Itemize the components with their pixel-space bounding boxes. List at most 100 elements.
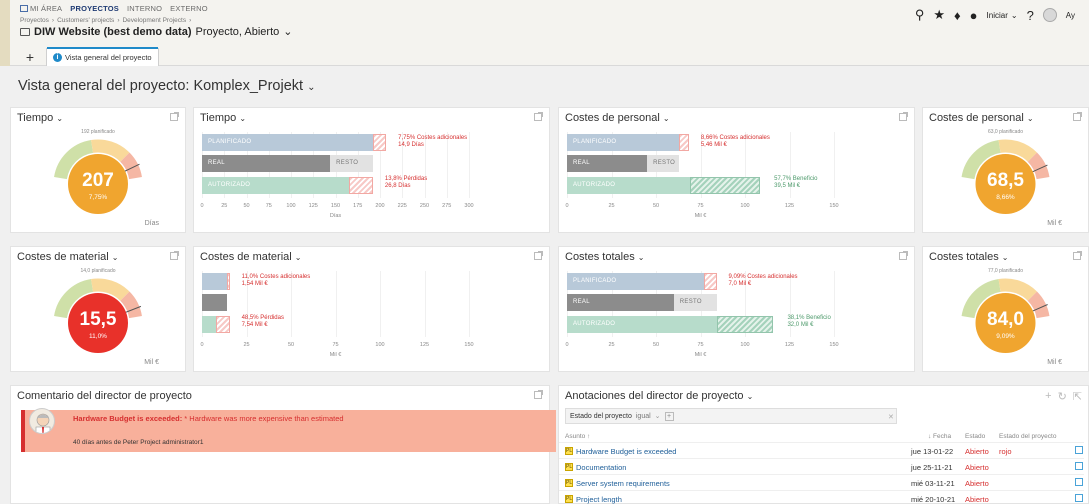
x-tick-label: 25 xyxy=(243,342,250,348)
comment-widget-title: Comentario del director de proyecto xyxy=(17,390,192,402)
bar-extra-cost xyxy=(372,134,387,151)
note-extra-cost: 7,75% Costes adicionales 14,9 Días xyxy=(398,135,467,149)
refresh-icon[interactable]: ↻ xyxy=(1058,390,1067,403)
add-icon[interactable]: + xyxy=(1045,390,1051,403)
top-nav: MI ÁREA PROYECTOS INTERNO EXTERNO xyxy=(20,4,208,13)
page-title[interactable]: Vista general del proyecto: Komplex_Proj… xyxy=(18,78,315,94)
add-tab-button[interactable]: + xyxy=(20,48,40,66)
table-row[interactable]: PL Documentation jue 25-11-21 Abierto xyxy=(559,458,1084,474)
bar-chart-title-text: Costes de personal xyxy=(565,112,660,124)
column-header-estado-proyecto[interactable]: Estado del proyecto xyxy=(999,433,1056,440)
bar-planned: PLANIFICADO xyxy=(567,134,680,151)
note-line: 48,5% Pérdidas xyxy=(241,315,284,321)
row-state: Abierto xyxy=(965,463,989,472)
gauge-unit: Mil € xyxy=(1047,359,1062,366)
breadcrumb-development-projects[interactable]: Development Projects xyxy=(122,17,186,24)
table-row[interactable]: PL Hardware Budget is exceeded jue 13-01… xyxy=(559,442,1084,458)
row-date: jue 13-01-22 xyxy=(911,447,954,456)
row-date: mié 03-11-21 xyxy=(911,479,955,488)
annotations-widget-title[interactable]: Anotaciones del director de proyecto ⌄ xyxy=(565,390,753,402)
note-extra-cost: 11,0% Costes adicionales 1,54 Mil € xyxy=(242,274,311,288)
bar-label: REAL xyxy=(208,160,225,166)
column-header-estado[interactable]: Estado xyxy=(965,433,985,440)
breadcrumb-customers-projects[interactable]: Customers' projects xyxy=(57,17,114,24)
chevron-down-icon: ⌄ xyxy=(746,392,754,401)
row-subject[interactable]: Hardware Budget is exceeded xyxy=(576,447,676,456)
filter-field[interactable]: Estado del proyecto xyxy=(570,413,632,420)
bar-chart-title[interactable]: Costes de personal ⌄ xyxy=(565,112,670,124)
external-link-icon[interactable] xyxy=(899,112,908,121)
bar-chart-title[interactable]: Costes de material ⌄ xyxy=(200,251,301,263)
edit-icon[interactable] xyxy=(1075,494,1083,502)
row-subject[interactable]: Documentation xyxy=(576,463,626,472)
nav-mi-area-label: MI ÁREA xyxy=(30,4,63,13)
iniciar-menu[interactable]: Iniciar ⌄ xyxy=(987,11,1018,20)
note-line: 13,8% Pérdidas xyxy=(384,176,428,182)
x-tick-label: 25 xyxy=(221,203,228,209)
note-line: 39,5 Mil € xyxy=(774,183,801,189)
user-avatar[interactable] xyxy=(1042,8,1057,22)
row-state: Abierto xyxy=(965,495,989,504)
row-subject[interactable]: Project length xyxy=(576,495,622,504)
gridline xyxy=(834,271,835,337)
commenter-avatar xyxy=(29,408,55,434)
bar-real xyxy=(202,294,227,311)
note-line: 32,0 Mil € xyxy=(787,322,814,328)
x-axis: 0 25 50 75 100 125 150 xyxy=(565,203,838,213)
comment-widget: Comentario del director de proyecto Hard… xyxy=(10,385,556,504)
x-axis: 0 25 50 75 100 125 150 xyxy=(200,342,473,352)
project-meta: Proyecto, Abierto xyxy=(195,25,280,38)
x-tick-label: 150 xyxy=(330,203,341,209)
project-title[interactable]: DIW Website (best demo data) Proyecto, A… xyxy=(20,25,292,38)
external-link-icon[interactable] xyxy=(534,112,543,121)
nav-interno[interactable]: INTERNO xyxy=(127,4,162,13)
nav-proyectos[interactable]: PROYECTOS xyxy=(70,4,119,13)
note-line: 7,54 Mil € xyxy=(241,322,268,328)
comment-headline: Hardware Budget is exceeded: xyxy=(73,414,183,423)
note-line: 8,66% Costes adicionales xyxy=(700,135,770,141)
external-link-icon[interactable] xyxy=(534,390,543,399)
help-icon[interactable]: ? xyxy=(1027,8,1034,23)
external-link-icon[interactable] xyxy=(534,251,543,260)
comment-meta: 40 días antes de Peter Project administr… xyxy=(73,439,204,446)
user-status-icon[interactable]: ● xyxy=(970,8,978,23)
filter-operator[interactable]: igual xyxy=(636,413,651,420)
gauge-value: 84,0 xyxy=(987,309,1024,330)
tab-vista-general[interactable]: i Vista general del proyecto xyxy=(46,47,159,66)
search-icon[interactable]: ⚲ xyxy=(915,7,925,23)
column-header-fecha[interactable]: ↓ Fecha xyxy=(928,433,951,440)
gridline xyxy=(469,271,470,337)
x-tick-label: 125 xyxy=(784,203,795,209)
clear-filter-icon[interactable]: ✕ xyxy=(888,413,894,421)
bar-widget-costes-totales: Costes totales ⌄ PLANIFICADO REAL RESTO … xyxy=(558,246,915,372)
edit-icon[interactable] xyxy=(1075,446,1083,454)
user-name[interactable]: Ay xyxy=(1066,11,1075,20)
edit-icon[interactable] xyxy=(1075,478,1083,486)
x-tick-label: 50 xyxy=(243,203,250,209)
breadcrumb-proyectos[interactable]: Proyectos xyxy=(20,17,49,24)
x-axis-title: Días xyxy=(329,213,342,219)
table-row[interactable]: PL Server system requirements mié 03-11-… xyxy=(559,474,1084,490)
nav-externo[interactable]: EXTERNO xyxy=(170,4,208,13)
comment-body: * Hardware was more expensive than estim… xyxy=(182,414,344,423)
bell-icon[interactable]: ♦ xyxy=(954,8,961,23)
table-row[interactable]: PL Project length mié 20-10-21 Abierto xyxy=(559,490,1084,504)
edit-icon[interactable] xyxy=(1075,462,1083,470)
nav-mi-area[interactable]: MI ÁREA xyxy=(20,4,62,13)
external-link-icon[interactable]: ⇱ xyxy=(1073,390,1082,403)
bar-label: AUTORIZADO xyxy=(573,321,616,327)
x-tick-label: 150 xyxy=(829,342,839,348)
star-icon[interactable]: ★ xyxy=(933,7,945,23)
row-subject[interactable]: Server system requirements xyxy=(576,479,670,488)
gridline xyxy=(335,271,337,337)
bar-chart-title[interactable]: Tiempo ⌄ xyxy=(200,112,246,124)
x-tick-label: 100 xyxy=(740,203,750,209)
add-filter-button[interactable]: + xyxy=(664,411,674,421)
chevron-down-icon[interactable]: ⌄ xyxy=(655,412,661,420)
bar-loss xyxy=(216,316,230,333)
bar-chart-title[interactable]: Costes totales ⌄ xyxy=(565,251,644,263)
header-tools: ⚲ ★ ♦ ● Iniciar ⌄ ? Ay xyxy=(915,7,1075,23)
x-tick-label: 50 xyxy=(652,203,660,209)
external-link-icon[interactable] xyxy=(899,251,908,260)
column-header-asunto[interactable]: Asunto ↑ xyxy=(565,433,590,440)
